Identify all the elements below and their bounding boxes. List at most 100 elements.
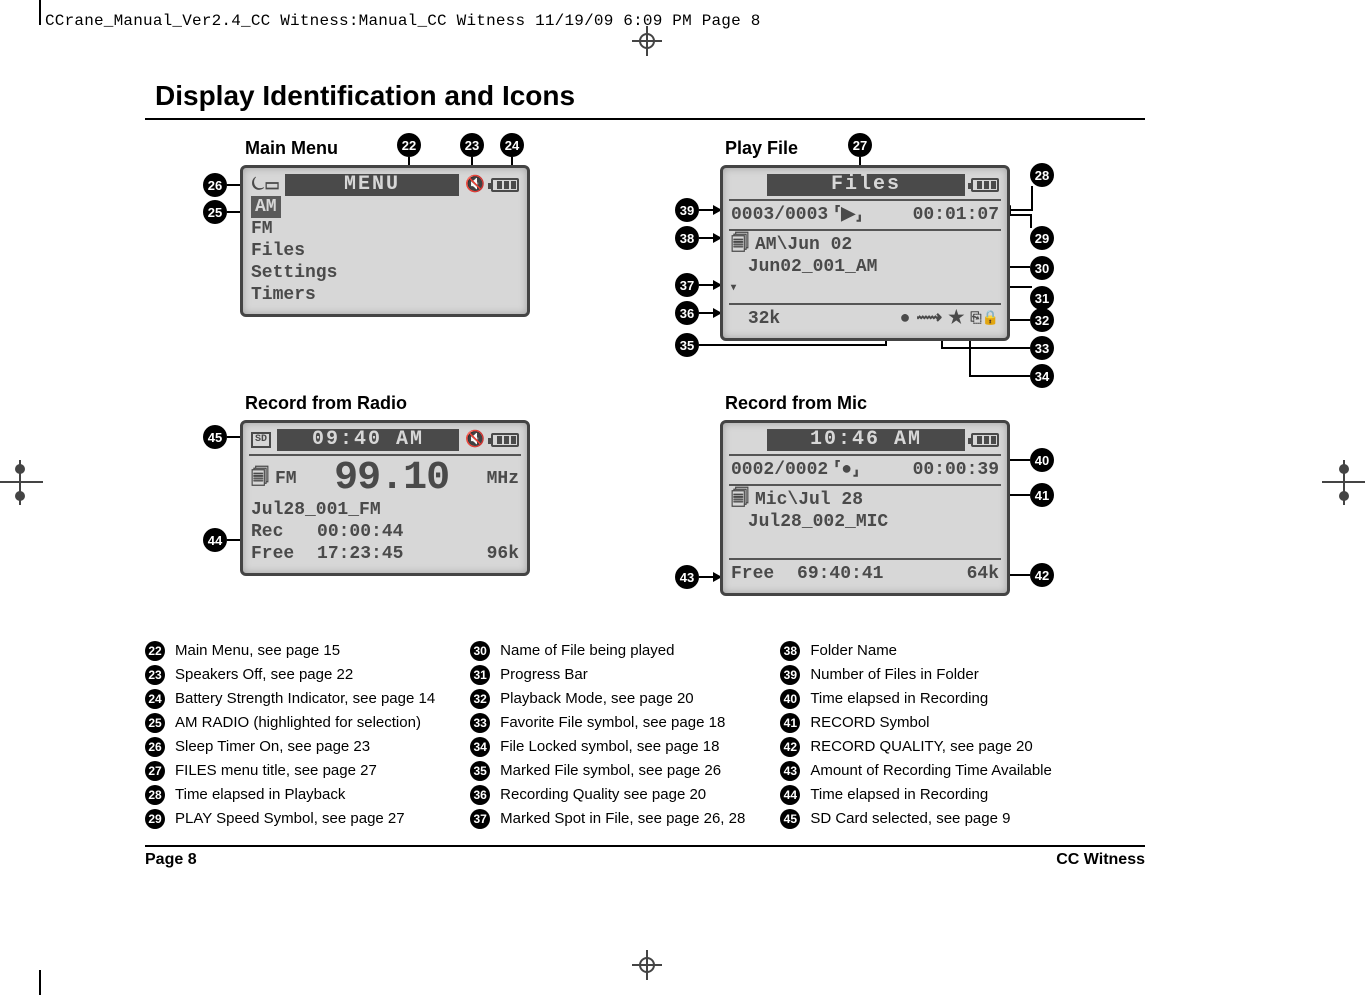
legend-text: File Locked symbol, see page 18 [500,735,719,759]
legend-item-26: 26Sleep Timer On, see page 23 [145,735,435,759]
legend-item-29: 29PLAY Speed Symbol, see page 27 [145,807,435,831]
free-label: Free [251,543,294,565]
menu-item-am: AM [251,196,281,218]
legend-num: 36 [470,785,490,805]
rec-label: Rec [251,521,283,543]
band: FM [275,468,297,490]
mic-free-time: 69:40:41 [797,563,883,585]
registration-mark-bottom [632,950,662,980]
menu-item-files: Files [251,240,305,262]
mic-clock: 10:46 AM [767,429,965,451]
callout-45: 45 [203,425,227,449]
legend-num: 38 [780,641,800,661]
callout-27: 27 [848,133,872,157]
file-count: 0003/0003 [731,204,828,226]
folder-name: AM\Jun 02 [755,234,852,256]
mic-elapsed: 00:00:39 [913,459,999,481]
legend-item-30: 30 Name of File being played [470,639,745,663]
legend-num: 37 [470,809,490,829]
play-elapsed: 00:01:07 [913,204,999,226]
battery-icon [491,178,519,192]
legend-text: Favorite File symbol, see page 18 [500,711,725,735]
callout-38: 38 [675,226,699,250]
battery-icon [971,433,999,447]
legend-num: 35 [470,761,490,781]
legend-num: 25 [145,713,165,733]
menu-title: MENU [285,174,459,196]
callout-39: 39 [675,198,699,222]
lcd-play-file: Files 0003/0003 ⸢▶⸥ 00:01:07 🗐AM\Jun 02 … [720,165,1010,341]
legend-text: Speakers Off, see page 22 [175,663,353,687]
callout-35: 35 [675,333,699,357]
record-symbol-icon: ⸢●⸥ [834,459,859,481]
legend-item-42: 42RECORD QUALITY, see page 20 [780,735,1052,759]
mic-quality: 64k [967,563,999,585]
callout-28: 28 [1030,163,1054,187]
callout-32: 32 [1030,308,1054,332]
record-mic-label: Record from Mic [725,393,1145,414]
legend-text: Marked Spot in File, see page 26, 28 [500,807,745,831]
mic-file-count: 0002/0002 [731,459,828,481]
lcd-record-radio: SD 09:40 AM 🔇 🗐 FM 99.10 MHz Jul28_001_F… [240,420,530,576]
page-title: Display Identification and Icons [155,80,1145,112]
legend-item-43: 43Amount of Recording Time Available [780,759,1052,783]
favorite-icon: ★ [948,308,964,330]
legend-col-3: 38 Folder Name39Number of Files in Folder… [780,639,1052,831]
legend-num: 39 [780,665,800,685]
callout-31: 31 [1030,286,1054,310]
legend-item-37: 37 Marked Spot in File, see page 26, 28 [470,807,745,831]
menu-item-timers: Timers [251,284,316,306]
legend-num: 43 [780,761,800,781]
folder-icon: 🗐 [731,489,749,511]
legend-text: FILES menu title, see page 27 [175,759,377,783]
legend-num: 30 [470,641,490,661]
callout-25: 25 [203,200,227,224]
menu-item-settings: Settings [251,262,337,284]
legend-text: Name of File being played [500,639,674,663]
legend-item-40: 40Time elapsed in Recording [780,687,1052,711]
legend-text: AM RADIO (highlighted for selection) [175,711,421,735]
legend-text: Folder Name [810,639,897,663]
legend-num: 28 [145,785,165,805]
legend-text: RECORD Symbol [810,711,929,735]
registration-mark-right [1322,460,1365,505]
callout-34: 34 [1030,364,1054,388]
legend-text: Main Menu, see page 15 [175,639,340,663]
footer-page: Page 8 [145,851,197,869]
play-file-label: Play File [725,138,1145,159]
callout-44: 44 [203,528,227,552]
legend-num: 29 [145,809,165,829]
legend-num: 40 [780,689,800,709]
folder-icon: 🗐 [251,468,269,490]
legend-item-39: 39Number of Files in Folder [780,663,1052,687]
frequency: 99.10 [303,459,481,499]
callout-36: 36 [675,301,699,325]
battery-icon [971,178,999,192]
legend-item-34: 34File Locked symbol, see page 18 [470,735,745,759]
legend-num: 24 [145,689,165,709]
legend-num: 45 [780,809,800,829]
callout-41: 41 [1030,483,1054,507]
legend-item-28: 28Time elapsed in Playback [145,783,435,807]
legend-item-32: 32Playback Mode, see page 20 [470,687,745,711]
locked-icon: ⎘🔒 [970,308,999,330]
marked-file-icon: ● [900,308,911,330]
rec-quality: 96k [487,543,519,565]
legend-num: 41 [780,713,800,733]
legend-text: Marked File symbol, see page 26 [500,759,721,783]
callout-42: 42 [1030,563,1054,587]
legend-item-24: 24 Battery Strength Indicator, see page 1… [145,687,435,711]
sleep-icon: ⏾▭ [251,174,279,196]
callout-30: 30 [1030,256,1054,280]
legend-num: 27 [145,761,165,781]
legend-text: Battery Strength Indicator, see page 14 [175,687,435,711]
folder-icon: 🗐 [731,234,749,256]
callout-26: 26 [203,173,227,197]
heading-rule [145,118,1145,120]
legend-item-33: 33Favorite File symbol, see page 18 [470,711,745,735]
callout-40: 40 [1030,448,1054,472]
legend-item-36: 36Recording Quality see page 20 [470,783,745,807]
legend-text: Progress Bar [500,663,588,687]
playback-mode-icon: ⟿ [916,308,942,330]
callout-23: 23 [460,133,484,157]
